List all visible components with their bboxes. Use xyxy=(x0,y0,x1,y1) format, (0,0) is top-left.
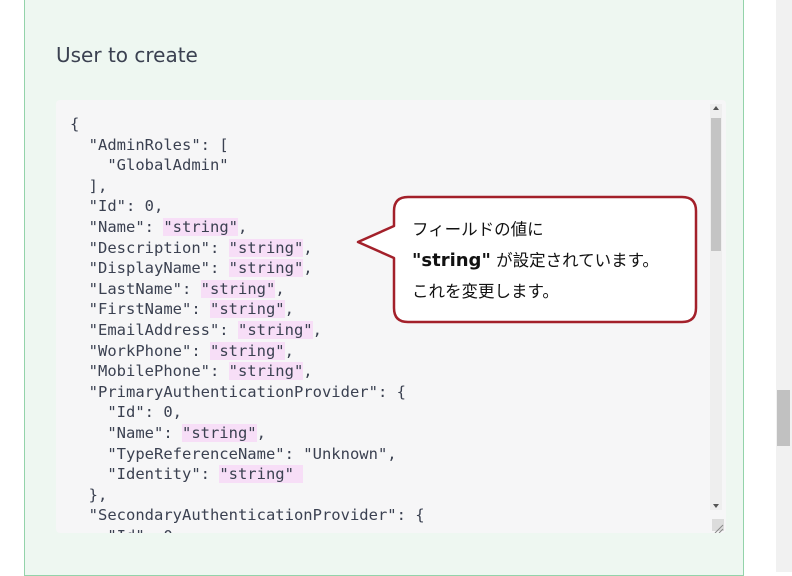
callout-line-3: これを変更します。 xyxy=(412,282,559,301)
code-line: "SecondaryAuthenticationProvider": { xyxy=(70,505,425,526)
string-value-placeholder: "string" xyxy=(219,465,304,484)
code-token: , xyxy=(303,238,313,257)
code-token: { xyxy=(70,115,80,133)
code-token: "GlobalAdmin" xyxy=(70,156,229,175)
code-line: "Identity": "string" xyxy=(70,464,425,485)
code-token: }, xyxy=(70,485,108,504)
editor-vertical-scrollbar[interactable] xyxy=(710,104,722,510)
string-value-placeholder: "string" xyxy=(228,362,304,381)
page-scroll-thumb[interactable] xyxy=(777,390,790,446)
code-token: ], xyxy=(70,176,108,195)
code-line: "Id": 0, xyxy=(70,402,425,423)
string-value-placeholder: "string" xyxy=(163,217,238,236)
code-line: "PrimaryAuthenticationProvider": { xyxy=(70,382,425,403)
code-token: "AdminRoles": [ xyxy=(70,135,229,154)
code-line: }, xyxy=(70,485,425,506)
code-token: , xyxy=(284,341,294,360)
code-token: "Name": xyxy=(70,423,182,442)
code-token: "WorkPhone": xyxy=(70,341,210,360)
callout-line-1: フィールドの値に xyxy=(412,220,544,239)
code-line: "WorkPhone": "string", xyxy=(70,341,425,362)
code-token: "TypeReferenceName": "Unknown", xyxy=(70,444,397,463)
string-value-placeholder: "string" xyxy=(209,341,285,360)
code-token: , xyxy=(275,279,285,298)
code-token: "MobilePhone": xyxy=(70,362,229,381)
code-token: "Name": xyxy=(70,217,164,236)
code-token: "Id": 0, xyxy=(70,527,182,533)
code-token: "Id": 0, xyxy=(70,197,164,216)
code-token: "FirstName": xyxy=(70,300,210,319)
code-line: "TypeReferenceName": "Unknown", xyxy=(70,444,425,465)
string-value-placeholder: "string" xyxy=(228,238,304,257)
code-line: { xyxy=(70,114,425,135)
code-token: "Identity": xyxy=(70,465,220,484)
code-token: "LastName": xyxy=(70,279,201,298)
code-token: , xyxy=(284,300,294,319)
string-value-placeholder: "string" xyxy=(181,423,257,442)
code-line: "Id": 0, xyxy=(70,526,425,533)
code-token: , xyxy=(303,259,313,278)
code-token: , xyxy=(237,217,248,236)
code-line: "GlobalAdmin" xyxy=(70,155,425,176)
string-value-placeholder: "string" xyxy=(200,279,276,298)
callout-text: フィールドの値に "string" が設定されています。 これを変更します。 xyxy=(412,214,659,307)
code-line: "AdminRoles": [ xyxy=(70,135,425,156)
string-value-placeholder: "string" xyxy=(237,320,313,339)
code-token: "Description": xyxy=(70,238,229,257)
string-value-placeholder: "string" xyxy=(209,300,285,319)
section-title: User to create xyxy=(56,43,198,67)
editor-scroll-thumb[interactable] xyxy=(711,118,721,251)
code-token: "DisplayName": xyxy=(70,259,229,278)
code-token: "SecondaryAuthenticationProvider": { xyxy=(70,506,425,525)
code-token: "PrimaryAuthenticationProvider": { xyxy=(70,382,406,401)
scroll-down-arrow-icon[interactable] xyxy=(713,504,719,508)
code-token: , xyxy=(256,423,266,442)
code-line: "MobilePhone": "string", xyxy=(70,361,425,382)
resize-grip-icon[interactable] xyxy=(712,519,724,533)
scroll-up-arrow-icon[interactable] xyxy=(713,106,719,110)
code-line: "Name": "string", xyxy=(70,423,425,444)
code-token: , xyxy=(303,362,313,381)
page-vertical-scrollbar[interactable] xyxy=(776,0,792,572)
string-value-placeholder: "string" xyxy=(228,259,304,278)
callout-line-2-rest: が設定されています。 xyxy=(490,251,659,270)
callout-string-keyword: "string" xyxy=(412,250,491,271)
code-token: , xyxy=(312,320,322,339)
code-token: "Id": 0, xyxy=(70,403,182,422)
callout-line-2: "string" が設定されています。 xyxy=(412,245,659,276)
annotation-callout: フィールドの値に "string" が設定されています。 これを変更します。 xyxy=(356,194,700,326)
code-token: "EmailAddress": xyxy=(70,320,238,339)
